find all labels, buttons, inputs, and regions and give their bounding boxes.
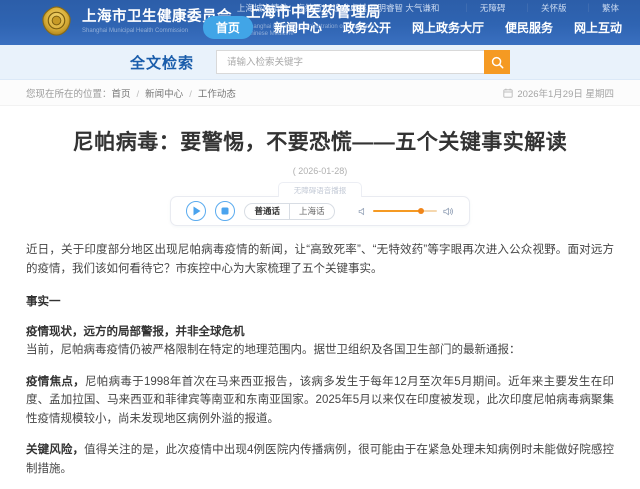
key-risk-lead: 关键风险， [26,444,84,456]
breadcrumb-home[interactable]: 首页 [112,86,131,100]
language-toggle: 普通话 上海话 [244,203,334,220]
nav-item-online-hall[interactable]: 网上政务大厅 [412,19,484,36]
volume-min-icon [358,207,367,216]
epidemic-focus-body: 尼帕病毒于1998年首次在马来西亚报告，该病多发生于每年12月至次年5月期间。近… [26,376,614,425]
fact-one-headline: 疫情现状，远方的局部警报，并非全球危机 [26,323,614,339]
volume-slider-knob[interactable] [418,208,424,214]
calendar-icon [503,88,513,98]
care-version-link[interactable]: 关怀版 [514,2,575,14]
volume-max-icon [443,206,454,217]
play-icon [192,206,201,216]
search-input[interactable] [216,50,484,74]
gov-logo-icon [40,5,73,38]
stop-button[interactable] [215,201,235,221]
accessibility-link[interactable]: 无障碍 [453,2,514,14]
article: 尼帕病毒：要警惕，不要恐慌——五个关键事实解读 ( 2026-01-28) 无障… [0,126,640,489]
volume-control [358,206,454,217]
site-header: 上海城市精神：海纳百川 追求卓越 开明睿智 大气谦和 无障碍 关怀版 繁体 上海… [0,0,640,45]
key-risk-paragraph: 关键风险，值得关注的是，此次疫情中出现4例医院内传播病例，很可能由于在紧急处理未… [26,441,614,478]
toggle-mandarin[interactable]: 普通话 [245,204,289,219]
volume-slider[interactable] [373,210,437,213]
nav-item-news[interactable]: 新闻中心 [274,19,322,36]
fact-one-label: 事实一 [26,293,614,309]
audio-player-tab-label: 无障碍语音播报 [278,182,363,197]
fact-one-intro: 当前，尼帕病毒疫情仍被严格限制在特定的地理范围内。据世卫组织及各国卫生部门的最新… [26,341,614,360]
epidemic-focus-lead: 疫情焦点， [26,376,85,388]
audio-player-bar: 普通话 上海话 [170,196,469,226]
nav-item-gov-disclosure[interactable]: 政务公开 [343,19,391,36]
article-title: 尼帕病毒：要警惕，不要恐慌——五个关键事实解读 [26,126,614,156]
nav-item-home[interactable]: 首页 [203,16,253,39]
breadcrumb-prefix: 您现在所在的位置： [26,86,112,100]
main-nav: 首页 新闻中心 政务公开 网上政务大厅 便民服务 网上互动 [203,16,622,39]
page-date: 2026年1月29日 星期四 [503,86,614,100]
key-risk-body: 值得关注的是，此次疫情中出现4例医院内传播病例，很可能由于在紧急处理未知病例时未… [26,444,614,475]
search-button[interactable] [484,50,510,74]
search-icon [491,56,504,69]
stop-icon [221,207,229,215]
breadcrumb-work-dynamics[interactable]: 工作动态 [183,86,236,100]
article-date: ( 2026-01-28) [26,166,614,176]
audio-player: 无障碍语音播报 普通话 上海话 [26,182,614,226]
breadcrumb: 您现在所在的位置： 首页 新闻中心 工作动态 [26,86,236,100]
toggle-shanghainese[interactable]: 上海话 [289,204,334,219]
epidemic-focus-paragraph: 疫情焦点，尼帕病毒于1998年首次在马来西亚报告，该病多发生于每年12月至次年5… [26,373,614,429]
play-button[interactable] [186,201,206,221]
nav-item-interaction[interactable]: 网上互动 [574,19,622,36]
intro-paragraph: 近日，关于印度部分地区出现尼帕病毒疫情的新闻，让“高致死率”、“无特效药”等字眼… [26,241,614,278]
traditional-chinese-link[interactable]: 繁体 [575,2,628,14]
current-date-text: 2026年1月29日 星期四 [517,86,614,100]
search-strip: 全文检索 [0,45,640,80]
search-label: 全文检索 [130,52,194,73]
breadcrumb-bar: 您现在所在的位置： 首页 新闻中心 工作动态 2026年1月29日 星期四 [0,80,640,106]
breadcrumb-news-center[interactable]: 新闻中心 [131,86,184,100]
nav-item-public-service[interactable]: 便民服务 [505,19,553,36]
